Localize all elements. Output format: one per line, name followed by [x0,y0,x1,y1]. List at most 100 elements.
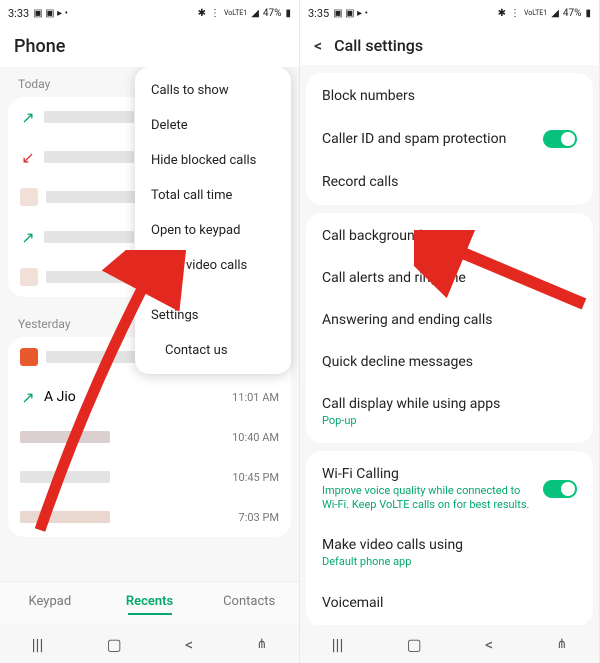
network-label: VoLTE1 [224,9,247,17]
menu-open-keypad[interactable]: Open to keypad [135,213,291,248]
android-navbar: ||| ▢ < ⋔ [0,625,299,663]
setting-sublabel: Improve voice quality while connected to… [322,484,533,512]
setting-label: Make video calls using [322,537,577,553]
contact-avatar [20,348,38,366]
setting-record-calls[interactable]: Record calls [306,161,593,203]
phone-app-screen: 3:33 ▣ ▣ ▸ • ✱ ⋮ VoLTE1 ◢ 47% ▮ Phone To… [0,0,300,663]
wifi-icon: ⋮ [210,8,220,19]
caller-name [44,111,134,123]
setting-make-video[interactable]: Make video calls using Default phone app [306,524,593,582]
caller-name: A Jio [44,389,224,405]
setting-call-alerts[interactable]: Call alerts and ringtone [306,257,593,299]
android-navbar: ||| ▢ < ⋔ [300,625,599,663]
battery-icon: ▮ [585,8,591,19]
contact-avatar [20,268,38,286]
network-label: VoLTE1 [524,9,547,17]
setting-label: Answering and ending calls [322,312,492,328]
outgoing-call-icon: ↗ [20,389,36,405]
menu-total-call-time[interactable]: Total call time [135,178,291,213]
menu-make-video[interactable]: Make video calls using [135,248,291,298]
caller-name [44,231,134,243]
setting-call-display[interactable]: Call display while using apps Pop-up [306,383,593,441]
call-time: 10:40 AM [232,431,279,444]
setting-caller-id[interactable]: Caller ID and spam protection [306,117,593,161]
setting-label: Block numbers [322,88,415,104]
signal-icon: ◢ [251,8,259,19]
toggle-switch[interactable] [543,130,577,148]
tab-keypad[interactable]: Keypad [0,582,100,625]
menu-settings[interactable]: Settings [135,298,291,333]
setting-block-numbers[interactable]: Block numbers [306,75,593,117]
menu-calls-to-show[interactable]: Calls to show [135,73,291,108]
call-time: 10:45 PM [232,471,279,484]
toggle-switch[interactable] [543,480,577,498]
setting-label: Wi-Fi Calling [322,466,533,482]
status-time: 3:33 [8,7,29,20]
nav-back-icon[interactable]: < [185,635,193,654]
nav-recent-icon[interactable]: ||| [332,635,344,654]
setting-call-background[interactable]: Call background [306,215,593,257]
menu-delete[interactable]: Delete [135,108,291,143]
page-title: Phone [0,26,299,67]
battery-percent: 47% [263,8,282,19]
tab-contacts[interactable]: Contacts [199,582,299,625]
caller-name [20,431,110,443]
call-row[interactable]: ↗ A Jio 11:01 AM [8,377,291,417]
statusbar: 3:33 ▣ ▣ ▸ • ✱ ⋮ VoLTE1 ◢ 47% ▮ [0,0,299,26]
wifi-icon: ⋮ [510,8,520,19]
page-title: Call settings [334,36,423,55]
missed-call-icon: ↙ [20,149,36,165]
tab-recents[interactable]: Recents [100,582,200,625]
bottom-tabs: Keypad Recents Contacts [0,581,299,625]
setting-wifi-calling[interactable]: Wi-Fi Calling Improve voice quality whil… [306,453,593,525]
settings-group: Call background Call alerts and ringtone… [306,213,593,443]
battery-icon: ▮ [285,8,291,19]
call-settings-screen: 3:35 ▣ ▣ ▸ • ✱ ⋮ VoLTE1 ◢ 47% ▮ < Call s… [300,0,600,663]
signal-icon: ◢ [551,8,559,19]
setting-quick-decline[interactable]: Quick decline messages [306,341,593,383]
nav-back-icon[interactable]: < [485,635,493,654]
setting-sublabel: Pop-up [322,414,577,428]
setting-answering[interactable]: Answering and ending calls [306,299,593,341]
status-time: 3:35 [308,7,329,20]
nav-accessibility-icon[interactable]: ⋔ [256,637,267,652]
call-row[interactable]: 7:03 PM [8,497,291,537]
settings-group: Block numbers Caller ID and spam protect… [306,73,593,205]
nav-home-icon[interactable]: ▢ [107,635,122,654]
contact-avatar [20,188,38,206]
statusbar: 3:35 ▣ ▣ ▸ • ✱ ⋮ VoLTE1 ◢ 47% ▮ [300,0,599,26]
call-time: 11:01 AM [232,391,279,404]
battery-percent: 47% [563,8,582,19]
menu-hide-blocked[interactable]: Hide blocked calls [135,143,291,178]
call-time: 7:03 PM [239,511,279,524]
outgoing-call-icon: ↗ [20,229,36,245]
settings-body: Block numbers Caller ID and spam protect… [300,65,599,625]
setting-label: Caller ID and spam protection [322,131,506,147]
setting-label: Call alerts and ringtone [322,270,466,286]
setting-label: Record calls [322,174,398,190]
setting-label: Call background [322,228,423,244]
back-icon[interactable]: < [314,36,322,55]
setting-label: Voicemail [322,595,383,611]
menu-contact-us[interactable]: Contact us [135,333,291,368]
notification-icon: ▣ ▣ ▸ • [333,8,368,19]
caller-name [20,471,110,483]
setting-label: Call display while using apps [322,396,577,412]
caller-name [44,151,134,163]
settings-header: < Call settings [300,26,599,65]
bluetooth-icon: ✱ [498,8,506,19]
settings-group: Wi-Fi Calling Improve voice quality whil… [306,451,593,625]
outgoing-call-icon: ↗ [20,109,36,125]
overflow-menu: Calls to show Delete Hide blocked calls … [135,67,291,374]
call-row[interactable]: 10:45 PM [8,457,291,497]
notification-icon: ▣ ▣ ▸ • [33,8,68,19]
setting-sublabel: Default phone app [322,555,577,569]
setting-label: Quick decline messages [322,354,473,370]
call-row[interactable]: 10:40 AM [8,417,291,457]
setting-voicemail[interactable]: Voicemail [306,582,593,624]
caller-name [20,511,110,523]
nav-recent-icon[interactable]: ||| [32,635,44,654]
nav-home-icon[interactable]: ▢ [407,635,422,654]
recents-list: Today ↗ (2 ↙ ↗ 1 [0,67,299,581]
nav-accessibility-icon[interactable]: ⋔ [556,637,567,652]
